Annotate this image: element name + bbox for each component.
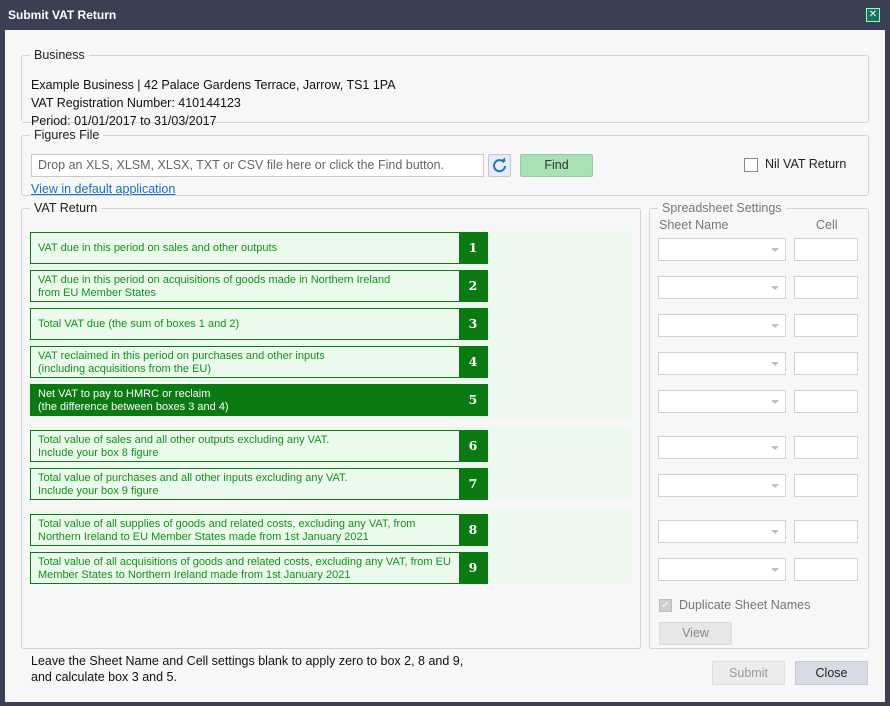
nil-vat-return-label[interactable]: Nil VAT Return xyxy=(765,157,846,171)
vat-return-legend: VAT Return xyxy=(34,201,98,215)
vat-box-4-description: VAT reclaimed in this period on purchase… xyxy=(38,350,325,375)
dialog-window: Submit VAT Return ✕ Business Example Bus… xyxy=(0,0,890,706)
file-drop-input[interactable]: Drop an XLS, XLSM, XLSX, TXT or CSV file… xyxy=(31,154,484,177)
window-title: Submit VAT Return xyxy=(8,8,117,22)
cell-input-9[interactable] xyxy=(794,558,858,581)
chevron-down-icon xyxy=(771,568,779,572)
vat-box-3-description: Total VAT due (the sum of boxes 1 and 2) xyxy=(38,318,240,330)
figures-file-group: Figures File Drop an XLS, XLSM, XLSX, TX… xyxy=(21,128,869,196)
find-button[interactable]: Find xyxy=(520,154,593,177)
vat-box-6[interactable]: Total value of sales and all other outpu… xyxy=(30,430,488,462)
vat-box-7-description: Total value of purchases and all other i… xyxy=(38,472,348,497)
vat-box-5-number: 5 xyxy=(459,384,487,416)
vat-box-9-description: Total value of all acquisitions of goods… xyxy=(38,556,451,581)
sheet-name-select-8[interactable] xyxy=(658,520,786,543)
submit-button[interactable]: Submit xyxy=(712,661,785,685)
sheet-name-select-5[interactable] xyxy=(658,390,786,413)
cell-header: Cell xyxy=(816,218,838,232)
vat-box-2-description: VAT due in this period on acquisitions o… xyxy=(38,274,391,299)
business-name-address: Example Business | 42 Palace Gardens Ter… xyxy=(31,78,396,92)
vat-box-1[interactable]: VAT due in this period on sales and othe… xyxy=(30,232,488,264)
sheet-name-select-7[interactable] xyxy=(658,474,786,497)
cell-input-6[interactable] xyxy=(794,436,858,459)
sheet-name-select-2[interactable] xyxy=(658,276,786,299)
sheet-name-header: Sheet Name xyxy=(659,218,729,232)
view-in-default-app-link[interactable]: View in default application xyxy=(31,182,175,196)
vat-box-3-number: 3 xyxy=(459,308,487,340)
vat-box-6-description: Total value of sales and all other outpu… xyxy=(38,434,330,459)
close-button[interactable]: Close xyxy=(795,661,868,685)
duplicate-sheet-names-checkbox[interactable]: ✓ xyxy=(659,599,672,612)
sheet-name-select-1[interactable] xyxy=(658,238,786,261)
cell-input-2[interactable] xyxy=(794,276,858,299)
vat-box-5[interactable]: Net VAT to pay to HMRC or reclaim (the di… xyxy=(30,384,488,416)
vat-box-8-description: Total value of all supplies of goods and… xyxy=(38,518,416,543)
nil-vat-return-checkbox[interactable] xyxy=(744,158,758,172)
spreadsheet-settings-group: Spreadsheet Settings Sheet Name Cell ✓ D xyxy=(649,201,869,649)
duplicate-sheet-names-label[interactable]: Duplicate Sheet Names xyxy=(679,598,810,612)
vat-box-6-number: 6 xyxy=(459,430,487,462)
chevron-down-icon xyxy=(771,400,779,404)
vat-box-7[interactable]: Total value of purchases and all other i… xyxy=(30,468,488,500)
chevron-down-icon xyxy=(771,248,779,252)
cell-input-3[interactable] xyxy=(794,314,858,337)
dialog-body: Business Example Business | 42 Palace Ga… xyxy=(5,30,885,702)
vat-box-4[interactable]: VAT reclaimed in this period on purchase… xyxy=(30,346,488,378)
hint-line-2: and calculate box 3 and 5. xyxy=(31,670,177,684)
hint-line-1: Leave the Sheet Name and Cell settings b… xyxy=(31,654,464,668)
business-group: Business Example Business | 42 Palace Ga… xyxy=(21,48,869,128)
refresh-button[interactable] xyxy=(488,154,511,177)
vat-box-8[interactable]: Total value of all supplies of goods and… xyxy=(30,514,488,546)
cell-input-7[interactable] xyxy=(794,474,858,497)
vat-return-group: VAT Return VAT due in this period on sal… xyxy=(21,201,641,649)
chevron-down-icon xyxy=(771,324,779,328)
vat-box-8-number: 8 xyxy=(459,514,487,546)
refresh-icon xyxy=(493,157,506,173)
vat-period: Period: 01/01/2017 to 31/03/2017 xyxy=(31,114,217,128)
vat-box-2[interactable]: VAT due in this period on acquisitions o… xyxy=(30,270,488,302)
close-icon[interactable]: ✕ xyxy=(866,8,880,22)
cell-input-8[interactable] xyxy=(794,520,858,543)
sheet-name-select-3[interactable] xyxy=(658,314,786,337)
figures-file-legend: Figures File xyxy=(34,128,100,142)
vat-registration-number: VAT Registration Number: 410144123 xyxy=(31,96,241,110)
vat-box-3[interactable]: Total VAT due (the sum of boxes 1 and 2)… xyxy=(30,308,488,340)
sheet-name-select-4[interactable] xyxy=(658,352,786,375)
vat-box-1-number: 1 xyxy=(459,232,487,264)
cell-input-1[interactable] xyxy=(794,238,858,261)
vat-box-1-description: VAT due in this period on sales and othe… xyxy=(38,242,278,254)
chevron-down-icon xyxy=(771,362,779,366)
chevron-down-icon xyxy=(771,286,779,290)
sheet-name-select-9[interactable] xyxy=(658,558,786,581)
vat-box-2-number: 2 xyxy=(459,270,487,302)
chevron-down-icon xyxy=(771,446,779,450)
cell-input-4[interactable] xyxy=(794,352,858,375)
sheet-name-select-6[interactable] xyxy=(658,436,786,459)
business-legend: Business xyxy=(34,48,85,62)
vat-box-9[interactable]: Total value of all acquisitions of goods… xyxy=(30,552,488,584)
vat-box-7-number: 7 xyxy=(459,468,487,500)
chevron-down-icon xyxy=(771,530,779,534)
vat-box-4-number: 4 xyxy=(459,346,487,378)
vat-box-9-number: 9 xyxy=(459,552,487,584)
view-button[interactable]: View xyxy=(659,622,732,645)
spreadsheet-settings-legend: Spreadsheet Settings xyxy=(662,201,782,215)
chevron-down-icon xyxy=(771,484,779,488)
title-bar[interactable]: Submit VAT Return ✕ xyxy=(0,0,890,30)
vat-box-5-description: Net VAT to pay to HMRC or reclaim (the di… xyxy=(38,388,229,413)
cell-input-5[interactable] xyxy=(794,390,858,413)
